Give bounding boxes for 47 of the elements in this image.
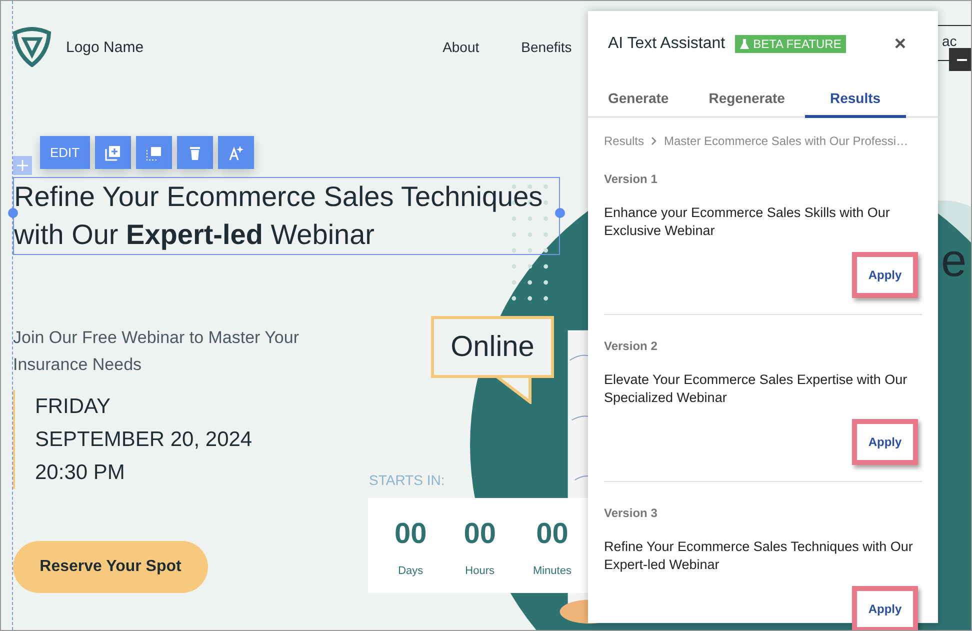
layer-icon xyxy=(146,144,162,160)
duplicate-icon xyxy=(104,144,121,160)
delete-button[interactable] xyxy=(176,136,213,169)
countdown-unit: Hours xyxy=(465,565,495,577)
layer-button[interactable] xyxy=(136,136,172,169)
version-text: Enhance your Ecommerce Sales Skills with Our Exclusive Webinar xyxy=(604,204,891,240)
event-date: 20:30 PM xyxy=(35,460,126,486)
collapse-button[interactable] xyxy=(949,48,971,71)
nav-link[interactable]: About xyxy=(442,39,480,55)
close-button[interactable]: × xyxy=(894,32,906,56)
countdown-value: 00 xyxy=(536,518,568,551)
text-sparkle-icon xyxy=(228,144,244,160)
move-handle[interactable] xyxy=(13,156,32,175)
version-text: Refine Your Ecommerce Sales Techniques with Our Expert-led Webinar xyxy=(604,538,914,574)
duplicate-button[interactable] xyxy=(94,136,131,169)
apply-button[interactable]: Apply xyxy=(852,586,918,630)
apply-button[interactable]: Apply xyxy=(852,419,918,465)
nav-link[interactable]: Benefits xyxy=(521,39,572,55)
tab[interactable]: Regenerate xyxy=(688,78,805,118)
event-date: SEPTEMBER 20, 2024 xyxy=(35,427,254,453)
version-text: Elevate Your Ecommerce Sales Expertise with Our Specialized Webinar xyxy=(604,371,908,407)
logo-name[interactable]: Logo Name xyxy=(66,38,144,56)
breadcrumb-link[interactable]: Results xyxy=(604,134,644,148)
resize-handle[interactable] xyxy=(555,208,565,218)
countdown-label: STARTS IN: xyxy=(369,472,445,488)
resize-handle[interactable] xyxy=(8,208,18,218)
reserve-button[interactable]: Reserve Your Spot xyxy=(13,541,208,593)
panel-title: AI Text Assistant xyxy=(608,35,726,53)
countdown-unit: Minutes xyxy=(532,565,572,577)
hero-subtitle: Join Our Free Webinar to Master Your Insurance Needs xyxy=(13,327,300,376)
beta-badge: BETA FEATURE xyxy=(735,35,846,53)
countdown-unit: Days xyxy=(398,565,424,577)
apply-button[interactable]: Apply xyxy=(852,252,918,298)
ai-text-button[interactable] xyxy=(218,136,254,169)
event-date: FRIDAY xyxy=(35,394,112,420)
version-label: Version 1 xyxy=(604,172,658,186)
version-label: Version 3 xyxy=(604,506,658,520)
chevron-icon xyxy=(650,137,658,145)
countdown-value: 00 xyxy=(464,518,496,551)
hero-text: e xyxy=(941,233,967,287)
countdown-value: 00 xyxy=(394,518,427,551)
tab[interactable]: Results xyxy=(804,78,906,118)
shield-logo-icon xyxy=(12,27,52,67)
version-label: Version 2 xyxy=(604,339,658,353)
tab[interactable]: Generate xyxy=(588,78,689,118)
breadcrumb-current: Master Ecommerce Sales with Our Professi… xyxy=(664,134,908,148)
hero-heading[interactable]: Refine Your Ecommerce Sales Techniques with Our Expert-led Webinar xyxy=(13,177,560,255)
